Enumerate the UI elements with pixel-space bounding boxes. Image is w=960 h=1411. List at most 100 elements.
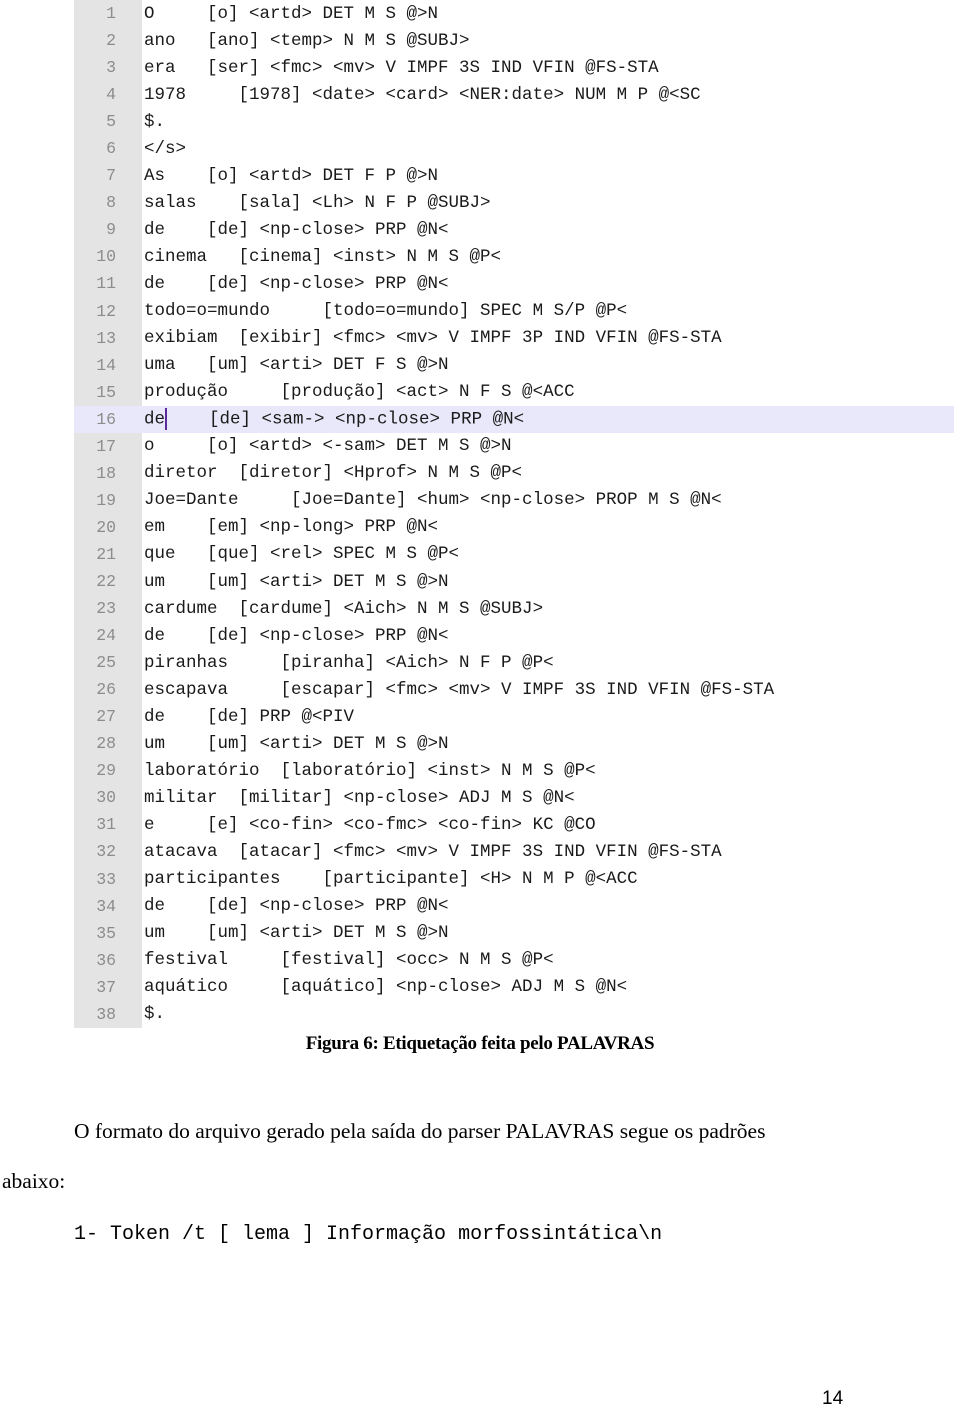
line-text: laboratório [laboratório] <inst> N M S @…: [144, 760, 596, 781]
line-text: salas [sala] <Lh> N F P @SUBJ>: [144, 192, 491, 213]
line-number: 21: [96, 544, 116, 564]
editor-line[interactable]: 38 $.: [74, 1001, 954, 1028]
editor-line[interactable]: 4 1978 [1978] <date> <card> <NER:date> NU…: [74, 81, 954, 108]
editor-line[interactable]: 10 cinema [cinema] <inst> N M S @P<: [74, 243, 954, 270]
line-text: de [de] <np-close> PRP @N<: [144, 896, 449, 917]
editor-line[interactable]: 21 que [que] <rel> SPEC M S @P<: [74, 541, 954, 568]
editor-line[interactable]: 29 laboratório [laboratório] <inst> N M S…: [74, 757, 954, 784]
line-content: As [o] <artd> DET F P @>N: [144, 166, 438, 186]
line-text: participantes [participante] <H> N M P @…: [144, 869, 638, 890]
line-number: 6: [106, 139, 116, 159]
line-text: o [o] <artd> <-sam> DET M S @>N: [144, 436, 512, 457]
line-text: de [de] <np-close> PRP @N<: [144, 625, 449, 646]
editor-line[interactable]: 32 atacava [atacar] <fmc> <mv> V IMPF 3S …: [74, 838, 954, 865]
line-number: 10: [96, 247, 116, 267]
line-number: 32: [96, 842, 116, 862]
line-text: As [o] <artd> DET F P @>N: [144, 165, 439, 186]
line-content: um [um] <arti> DET M S @>N: [144, 572, 449, 592]
editor-line[interactable]: 11 de [de] <np-close> PRP @N<: [74, 270, 954, 297]
editor-line[interactable]: 26 escapava [escapar] <fmc> <mv> V IMPF 3…: [74, 676, 954, 703]
editor-line[interactable]: 35 um [um] <arti> DET M S @>N: [74, 920, 954, 947]
line-content: Joe=Dante [Joe=Dante] <hum> <np-close> P…: [144, 490, 722, 510]
editor-line[interactable]: 27 de [de] PRP @<PIV: [74, 703, 954, 730]
line-number: 27: [96, 707, 116, 727]
editor-line[interactable]: 22 um [um] <arti> DET M S @>N: [74, 568, 954, 595]
line-number: 11: [96, 274, 116, 294]
line-content: atacava [atacar] <fmc> <mv> V IMPF 3S IN…: [144, 842, 722, 862]
editor-line[interactable]: 8 salas [sala] <Lh> N F P @SUBJ>: [74, 189, 954, 216]
line-text: Joe=Dante [Joe=Dante] <hum> <np-close> P…: [144, 490, 722, 511]
line-content: produção [produção] <act> N F S @<ACC: [144, 382, 575, 402]
editor-line[interactable]: 19 Joe=Dante [Joe=Dante] <hum> <np-close>…: [74, 487, 954, 514]
editor-line[interactable]: 34 de [de] <np-close> PRP @N<: [74, 893, 954, 920]
paragraph-line-1: O formato do arquivo gerado pela saída d…: [74, 1119, 766, 1143]
editor-line[interactable]: 37 aquático [aquático] <np-close> ADJ M S…: [74, 974, 954, 1001]
line-content: O [o] <artd> DET M S @>N: [144, 4, 438, 24]
line-number: 33: [96, 869, 116, 889]
line-number: 20: [96, 517, 116, 537]
line-number: 12: [96, 301, 116, 321]
line-content: militar [militar] <np-close> ADJ M S @N<: [144, 788, 575, 808]
editor-line-highlighted[interactable]: 16 de [de] <sam-> <np-close> PRP @N<: [74, 405, 954, 433]
line-number: 35: [96, 923, 116, 943]
line-number: 29: [96, 761, 116, 781]
line-content: de [de] <np-close> PRP @N<: [144, 626, 449, 646]
editor-line[interactable]: 18 diretor [diretor] <Hprof> N M S @P<: [74, 460, 954, 487]
editor-line[interactable]: 24 de [de] <np-close> PRP @N<: [74, 622, 954, 649]
line-number: 19: [96, 490, 116, 510]
editor-line[interactable]: 13 exibiam [exibir] <fmc> <mv> V IMPF 3P …: [74, 325, 954, 352]
line-text: era [ser] <fmc> <mv> V IMPF 3S IND VFIN …: [144, 57, 659, 78]
line-content: escapava [escapar] <fmc> <mv> V IMPF 3S …: [144, 680, 774, 700]
figure-caption-text: Figura 6: Etiquetação feita pelo PALAVRA…: [305, 1033, 655, 1054]
line-number: 8: [106, 193, 116, 213]
line-content: diretor [diretor] <Hprof> N M S @P<: [144, 463, 522, 483]
line-content: o [o] <artd> <-sam> DET M S @>N: [144, 436, 512, 456]
line-text: um [um] <arti> DET M S @>N: [144, 733, 449, 754]
line-text: exibiam [exibir] <fmc> <mv> V IMPF 3P IN…: [144, 328, 722, 349]
line-content: todo=o=mundo [todo=o=mundo] SPEC M S/P @…: [144, 301, 627, 321]
line-number: 5: [106, 112, 116, 132]
editor-line[interactable]: 36 festival [festival] <occ> N M S @P<: [74, 947, 954, 974]
editor-line[interactable]: 7 As [o] <artd> DET F P @>N: [74, 162, 954, 189]
editor-line[interactable]: 5 $.: [74, 108, 954, 135]
editor-line[interactable]: 6 </s>: [74, 135, 954, 162]
editor-line[interactable]: 23 cardume [cardume] <Aich> N M S @SUBJ>: [74, 595, 954, 622]
line-number: 14: [96, 355, 116, 375]
line-text: $.: [144, 1004, 166, 1025]
line-number: 18: [96, 463, 116, 483]
line-text: piranhas [piranha] <Aich> N F P @P<: [144, 652, 554, 673]
line-number: 36: [96, 950, 116, 970]
line-content: 1978 [1978] <date> <card> <NER:date> NUM…: [144, 85, 701, 105]
editor-line[interactable]: 2 ano [ano] <temp> N M S @SUBJ>: [74, 27, 954, 54]
line-text: 1978 [1978] <date> <card> <NER:date> NUM…: [144, 84, 701, 105]
line-text: cardume [cardume] <Aich> N M S @SUBJ>: [144, 598, 544, 619]
line-number: 9: [106, 220, 116, 240]
line-content: e [e] <co-fin> <co-fmc> <co-fin> KC @CO: [144, 815, 596, 835]
editor-line[interactable]: 20 em [em] <np-long> PRP @N<: [74, 514, 954, 541]
editor-line[interactable]: 17 o [o] <artd> <-sam> DET M S @>N: [74, 433, 954, 460]
editor-line[interactable]: 12 todo=o=mundo [todo=o=mundo] SPEC M S/P…: [74, 298, 954, 325]
line-text: militar [militar] <np-close> ADJ M S @N<: [144, 787, 575, 808]
editor-line[interactable]: 3 era [ser] <fmc> <mv> V IMPF 3S IND VFIN…: [74, 54, 954, 81]
line-number: 24: [96, 626, 116, 646]
line-number: 23: [96, 599, 116, 619]
line-text: de [de] <np-close> PRP @N<: [144, 219, 449, 240]
line-content: laboratório [laboratório] <inst> N M S @…: [144, 761, 596, 781]
line-number: 30: [96, 788, 116, 808]
line-number: 28: [96, 734, 116, 754]
page-number: 14: [822, 1388, 844, 1409]
line-text: diretor [diretor] <Hprof> N M S @P<: [144, 463, 523, 484]
line-number: 15: [96, 382, 116, 402]
editor-line[interactable]: 28 um [um] <arti> DET M S @>N: [74, 730, 954, 757]
editor-line[interactable]: 14 uma [um] <arti> DET F S @>N: [74, 352, 954, 379]
editor-line[interactable]: 31 e [e] <co-fin> <co-fmc> <co-fin> KC @C…: [74, 811, 954, 838]
line-content: um [um] <arti> DET M S @>N: [144, 734, 449, 754]
editor-line[interactable]: 9 de [de] <np-close> PRP @N<: [74, 216, 954, 243]
editor-line[interactable]: 30 militar [militar] <np-close> ADJ M S @…: [74, 784, 954, 811]
editor-line[interactable]: 33 participantes [participante] <H> N M P…: [74, 866, 954, 893]
editor-line[interactable]: 15 produção [produção] <act> N F S @<ACC: [74, 379, 954, 406]
editor-line[interactable]: 25 piranhas [piranha] <Aich> N F P @P<: [74, 649, 954, 676]
line-number: 1: [106, 4, 116, 24]
editor-line[interactable]: 1 O [o] <artd> DET M S @>N: [74, 0, 954, 27]
line-text: de [de] PRP @<PIV: [144, 706, 355, 727]
